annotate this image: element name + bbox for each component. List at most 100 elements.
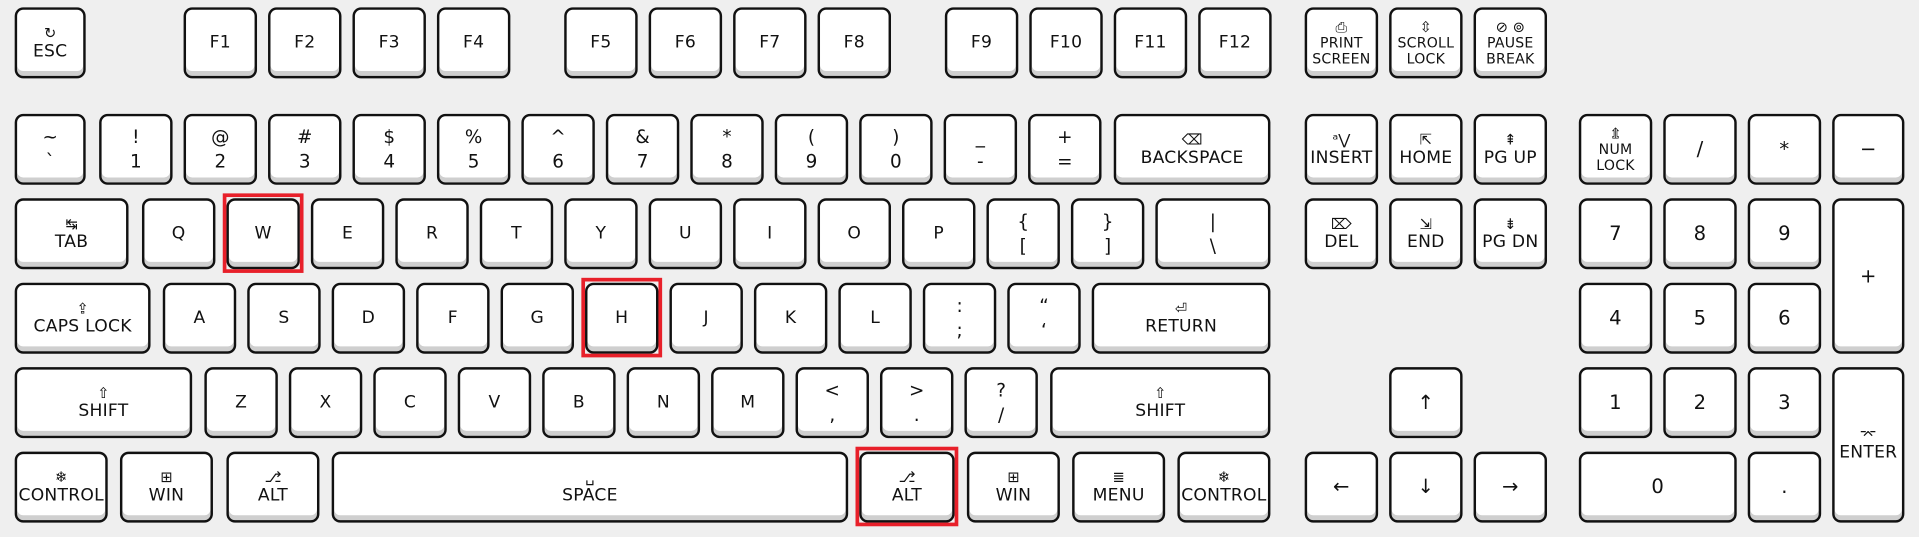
key-z[interactable]: Z [204, 367, 278, 439]
key-kp9[interactable]: 9 [1747, 198, 1822, 270]
key-slash[interactable]: ? / [964, 367, 1038, 439]
key-v[interactable]: V [457, 367, 532, 439]
key-j[interactable]: J [669, 282, 743, 354]
key-pgup[interactable]: ⇞ PG UP [1473, 113, 1548, 185]
key-return[interactable]: ⏎ RETURN [1091, 282, 1271, 354]
key-lshift[interactable]: ⇧ SHIFT [14, 367, 193, 439]
key-right[interactable]: → [1473, 451, 1548, 523]
key-f6[interactable]: F6 [648, 7, 723, 79]
key-m[interactable]: M [711, 367, 785, 439]
key-kp2[interactable]: 2 [1663, 367, 1737, 439]
key-4[interactable]: $4 [352, 113, 426, 185]
key-f8[interactable]: F8 [817, 7, 891, 79]
key-ralt[interactable]: ⎇ ALT [859, 451, 955, 523]
key-f3[interactable]: F3 [352, 7, 426, 79]
key-3[interactable]: #3 [268, 113, 342, 185]
key-quote[interactable]: “‘ [1007, 282, 1081, 354]
key-end[interactable]: ⇲ END [1389, 198, 1463, 270]
key-f12[interactable]: F12 [1198, 7, 1272, 79]
key-y[interactable]: Y [564, 198, 638, 270]
key-print[interactable]: ⎙ PRINT SCREEN [1304, 7, 1379, 79]
key-home[interactable]: ⇱ HOME [1389, 113, 1463, 185]
key-f7[interactable]: F7 [733, 7, 807, 79]
key-kpmul[interactable]: * [1747, 113, 1822, 185]
key-left[interactable]: ← [1304, 451, 1379, 523]
key-f11[interactable]: F11 [1113, 7, 1188, 79]
key-o[interactable]: O [817, 198, 891, 270]
key-kp8[interactable]: 8 [1663, 198, 1737, 270]
key-period[interactable]: >. [879, 367, 954, 439]
key-backspace[interactable]: ⌫ BACKSPACE [1113, 113, 1271, 185]
key-9[interactable]: (9 [774, 113, 849, 185]
key-equal[interactable]: + = [1028, 113, 1102, 185]
key-u[interactable]: U [648, 198, 723, 270]
key-pause[interactable]: ⊘ ⊚ PAUSE BREAK [1473, 7, 1548, 79]
key-scroll[interactable]: ⇳ SCROLL LOCK [1389, 7, 1463, 79]
key-f1[interactable]: F1 [183, 7, 258, 79]
key-2[interactable]: @2 [183, 113, 258, 185]
key-s[interactable]: S [247, 282, 321, 354]
key-c[interactable]: C [373, 367, 447, 439]
key-f9[interactable]: F9 [944, 7, 1019, 79]
key-insert[interactable]: ᵃ⋁ INSERT [1304, 113, 1379, 185]
key-f2[interactable]: F2 [268, 7, 342, 79]
key-kp7[interactable]: 7 [1578, 198, 1653, 270]
key-down[interactable]: ↓ [1389, 451, 1463, 523]
key-kpadd[interactable]: + [1832, 198, 1905, 354]
key-up[interactable]: ↑ [1389, 367, 1463, 439]
key-tab[interactable]: ↹ TAB [14, 198, 129, 270]
key-kpdot[interactable]: . [1747, 451, 1822, 523]
key-a[interactable]: A [162, 282, 237, 354]
key-rwin[interactable]: ⊞ WIN [966, 451, 1060, 523]
key-n[interactable]: N [626, 367, 701, 439]
key-kp4[interactable]: 4 [1578, 282, 1653, 354]
key-kpdiv[interactable]: / [1663, 113, 1737, 185]
key-lbrace[interactable]: {[ [986, 198, 1060, 270]
key-0[interactable]: ) 0 [859, 113, 933, 185]
key-rbrace[interactable]: }] [1070, 198, 1145, 270]
key-kp6[interactable]: 6 [1747, 282, 1822, 354]
key-l[interactable]: L [838, 282, 912, 354]
key-8[interactable]: * 8 [690, 113, 764, 185]
key-kp3[interactable]: 3 [1747, 367, 1822, 439]
key-h[interactable]: H [585, 282, 659, 354]
key-lwin[interactable]: ⊞ WIN [119, 451, 213, 523]
key-e[interactable]: E [310, 198, 385, 270]
key-minus[interactable]: _ - [943, 113, 1018, 185]
key-b[interactable]: B [542, 367, 616, 439]
key-5[interactable]: % 5 [436, 113, 511, 185]
key-k[interactable]: K [753, 282, 828, 354]
key-1[interactable]: ! 1 [99, 113, 173, 185]
key-pgdn[interactable]: ⇟ PG DN [1473, 198, 1548, 270]
key-pipe[interactable]: | \ [1155, 198, 1271, 270]
key-rshift[interactable]: ⇧ SHIFT [1050, 367, 1271, 439]
key-caps[interactable]: ⇪ CAPS LOCK [14, 282, 151, 354]
key-semicolon[interactable]: :; [922, 282, 997, 354]
key-f10[interactable]: F10 [1029, 7, 1103, 79]
key-del[interactable]: ⌦ DEL [1304, 198, 1379, 270]
key-space[interactable]: ␣ SPACE [331, 451, 849, 523]
key-i[interactable]: I [733, 198, 807, 270]
key-kp5[interactable]: 5 [1663, 282, 1737, 354]
key-lalt[interactable]: ⎇ ALT [226, 451, 320, 523]
key-w[interactable]: W [226, 198, 300, 270]
key-f4[interactable]: F4 [436, 7, 511, 79]
key-comma[interactable]: <, [795, 367, 869, 439]
key-7[interactable]: & 7 [605, 113, 680, 185]
key-g[interactable]: G [500, 282, 575, 354]
key-kpsub[interactable]: − [1832, 113, 1905, 185]
key-tilde[interactable]: ~ ` [14, 113, 86, 185]
key-q[interactable]: Q [141, 198, 216, 270]
key-r[interactable]: R [395, 198, 469, 270]
key-p[interactable]: P [902, 198, 976, 270]
key-lctrl[interactable]: ❄ CONTROL [14, 451, 108, 523]
key-rctrl[interactable]: ❄ CONTROL [1177, 451, 1271, 523]
key-kpenter[interactable]: ⌤ ENTER [1832, 367, 1905, 523]
key-t[interactable]: T [479, 198, 554, 270]
key-kp1[interactable]: 1 [1578, 367, 1653, 439]
key-x[interactable]: X [288, 367, 363, 439]
key-numlock[interactable]: ⇭ NUM LOCK [1578, 113, 1653, 185]
key-f5[interactable]: F5 [564, 7, 638, 79]
key-menu[interactable]: ≣ MENU [1072, 451, 1166, 523]
key-kp0[interactable]: 0 [1578, 451, 1737, 523]
